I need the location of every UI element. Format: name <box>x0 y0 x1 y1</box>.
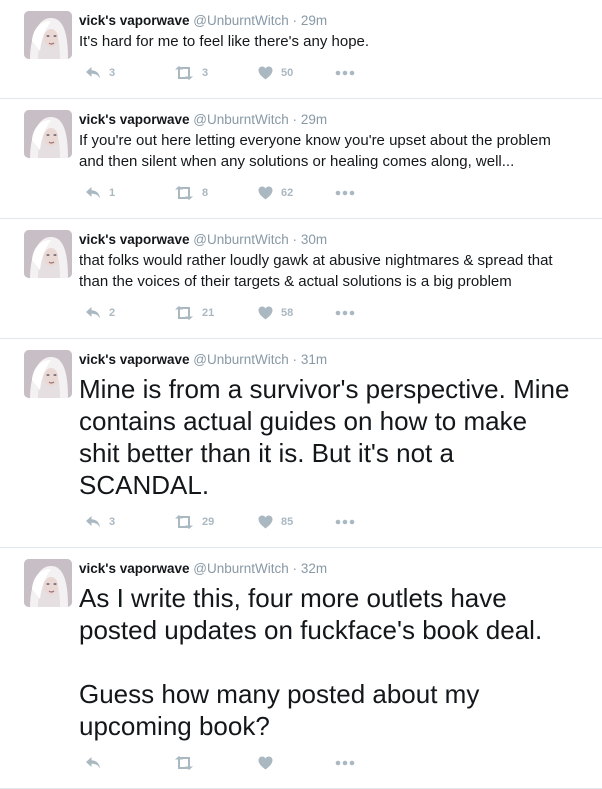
more-button[interactable] <box>335 310 355 316</box>
tweet[interactable]: vick's vaporwave @UnburntWitch · 29m It'… <box>0 0 602 99</box>
more-dots-icon <box>335 519 355 525</box>
timestamp[interactable]: 29m <box>301 112 327 127</box>
tweet[interactable]: vick's vaporwave @UnburntWitch · 31m Min… <box>0 339 602 548</box>
tweet-actions: 2 21 58 <box>85 304 592 338</box>
heart-icon <box>258 515 281 529</box>
avatar[interactable] <box>24 230 72 278</box>
retweet-button[interactable]: 8 <box>174 186 258 200</box>
more-button[interactable] <box>335 760 355 766</box>
retweet-count: 8 <box>202 187 209 199</box>
retweet-button[interactable] <box>174 756 258 770</box>
avatar[interactable] <box>24 11 72 59</box>
heart-icon <box>258 186 281 200</box>
reply-button[interactable]: 1 <box>85 186 174 200</box>
separator-dot: · <box>292 561 298 576</box>
heart-icon <box>258 756 281 770</box>
tweet-header: vick's vaporwave @UnburntWitch · 30m <box>79 231 592 249</box>
separator-dot: · <box>292 13 298 28</box>
reply-button[interactable]: 3 <box>85 66 174 80</box>
retweet-button[interactable]: 29 <box>174 515 258 529</box>
avatar[interactable] <box>24 559 72 607</box>
tweet-text: It's hard for me to feel like there's an… <box>79 33 370 50</box>
retweet-icon <box>174 186 202 200</box>
heart-icon <box>258 306 281 320</box>
reply-icon <box>85 515 109 529</box>
retweet-count: 3 <box>202 67 209 79</box>
separator-dot: · <box>292 232 298 247</box>
reply-count: 2 <box>109 307 116 319</box>
like-button[interactable]: 58 <box>258 306 335 320</box>
reply-icon <box>85 186 109 200</box>
tweet-actions <box>85 754 592 788</box>
reply-button[interactable] <box>85 756 174 770</box>
retweet-icon <box>174 756 202 770</box>
reply-icon <box>85 306 109 320</box>
retweet-count: 29 <box>202 516 215 528</box>
like-count: 58 <box>281 307 294 319</box>
more-button[interactable] <box>335 190 355 196</box>
retweet-button[interactable]: 21 <box>174 306 258 320</box>
display-name[interactable]: vick's vaporwave <box>79 561 190 576</box>
more-button[interactable] <box>335 70 355 76</box>
display-name[interactable]: vick's vaporwave <box>79 232 190 247</box>
tweet-text: If you're out here letting everyone know… <box>79 132 551 170</box>
tweet-actions: 3 29 85 <box>85 513 592 547</box>
user-handle[interactable]: @UnburntWitch <box>193 112 288 127</box>
display-name[interactable]: vick's vaporwave <box>79 112 190 127</box>
tweet-header: vick's vaporwave @UnburntWitch · 29m <box>79 111 592 129</box>
tweet-header: vick's vaporwave @UnburntWitch · 29m <box>79 12 592 30</box>
tweet-actions: 3 3 50 <box>85 64 592 98</box>
reply-count: 3 <box>109 516 116 528</box>
user-handle[interactable]: @UnburntWitch <box>193 13 288 28</box>
timestamp[interactable]: 32m <box>301 561 327 576</box>
more-dots-icon <box>335 760 355 766</box>
like-button[interactable] <box>258 756 335 770</box>
retweet-button[interactable]: 3 <box>174 66 258 80</box>
tweet-text: that folks would rather loudly gawk at a… <box>79 252 553 290</box>
reply-icon <box>85 756 109 770</box>
tweet-feed: vick's vaporwave @UnburntWitch · 29m It'… <box>0 0 602 789</box>
more-button[interactable] <box>335 519 355 525</box>
user-handle[interactable]: @UnburntWitch <box>193 561 288 576</box>
separator-dot: · <box>292 112 298 127</box>
avatar[interactable] <box>24 350 72 398</box>
timestamp[interactable]: 30m <box>301 232 327 247</box>
like-count: 62 <box>281 187 294 199</box>
timestamp[interactable]: 31m <box>301 352 327 367</box>
tweet[interactable]: vick's vaporwave @UnburntWitch · 29m If … <box>0 99 602 219</box>
tweet-text: As I write this, four more outlets have … <box>79 583 543 741</box>
like-button[interactable]: 85 <box>258 515 335 529</box>
like-count: 50 <box>281 67 294 79</box>
like-count: 85 <box>281 516 294 528</box>
reply-icon <box>85 66 109 80</box>
avatar[interactable] <box>24 110 72 158</box>
like-button[interactable]: 62 <box>258 186 335 200</box>
separator-dot: · <box>292 352 298 367</box>
user-handle[interactable]: @UnburntWitch <box>193 232 288 247</box>
tweet-actions: 1 8 62 <box>85 184 592 218</box>
retweet-count: 21 <box>202 307 215 319</box>
retweet-icon <box>174 515 202 529</box>
reply-button[interactable]: 2 <box>85 306 174 320</box>
tweet[interactable]: vick's vaporwave @UnburntWitch · 32m As … <box>0 548 602 789</box>
more-dots-icon <box>335 310 355 316</box>
like-button[interactable]: 50 <box>258 66 335 80</box>
heart-icon <box>258 66 281 80</box>
reply-button[interactable]: 3 <box>85 515 174 529</box>
display-name[interactable]: vick's vaporwave <box>79 352 190 367</box>
tweet-text: Mine is from a survivor's perspective. M… <box>79 374 570 500</box>
tweet[interactable]: vick's vaporwave @UnburntWitch · 30m tha… <box>0 219 602 339</box>
display-name[interactable]: vick's vaporwave <box>79 13 190 28</box>
user-handle[interactable]: @UnburntWitch <box>193 352 288 367</box>
timestamp[interactable]: 29m <box>301 13 327 28</box>
reply-count: 1 <box>109 187 116 199</box>
tweet-header: vick's vaporwave @UnburntWitch · 31m <box>79 351 592 369</box>
reply-count: 3 <box>109 67 116 79</box>
tweet-header: vick's vaporwave @UnburntWitch · 32m <box>79 560 592 578</box>
more-dots-icon <box>335 190 355 196</box>
retweet-icon <box>174 66 202 80</box>
retweet-icon <box>174 306 202 320</box>
more-dots-icon <box>335 70 355 76</box>
